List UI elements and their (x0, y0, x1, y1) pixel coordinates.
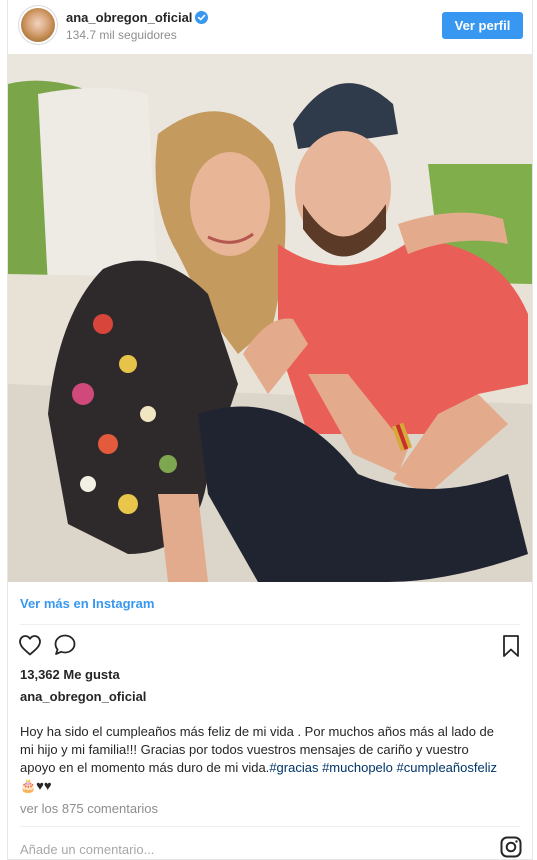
caption-line: Hoy ha sido el cumpleaños más feliz de m… (20, 724, 495, 739)
instagram-embed-card: ana_obregon_oficial 134.7 mil seguidores… (7, 0, 533, 860)
follower-count: 134.7 mil seguidores (66, 28, 177, 42)
username-link[interactable]: ana_obregon_oficial (66, 10, 192, 25)
post-photo[interactable] (8, 54, 532, 582)
divider (20, 826, 520, 827)
caption-line: apoyo en el momento más duro de mi vida.… (20, 759, 520, 777)
caption-line: 🎂♥♥ (20, 778, 52, 793)
bookmark-icon[interactable] (502, 634, 520, 658)
heart-icon[interactable] (18, 634, 42, 656)
post-header: ana_obregon_oficial 134.7 mil seguidores… (8, 0, 532, 54)
caption-line: mi hijo y mi familia!!! Gracias por todo… (20, 742, 469, 757)
like-count[interactable]: 13,362 Me gusta (20, 667, 120, 682)
caption-text: apoyo en el momento más duro de mi vida. (20, 760, 270, 775)
divider (20, 624, 520, 625)
verified-badge-icon (195, 11, 208, 24)
post-caption: Hoy ha sido el cumpleaños más feliz de m… (20, 723, 520, 795)
comment-bubble-icon[interactable] (53, 633, 77, 657)
post-photo-image (8, 54, 532, 582)
hashtag-link[interactable]: #cumpleañosfeliz (397, 760, 497, 775)
avatar[interactable] (21, 8, 55, 42)
view-comments-link[interactable]: ver los 875 comentarios (20, 801, 158, 816)
hashtag-link[interactable]: #gracias (269, 760, 318, 775)
caption-author[interactable]: ana_obregon_oficial (20, 689, 146, 704)
view-profile-button[interactable]: Ver perfil (442, 12, 523, 39)
view-more-on-instagram-link[interactable]: Ver más en Instagram (20, 596, 154, 611)
instagram-logo-icon[interactable] (500, 836, 522, 858)
hashtag-link[interactable]: #muchopelo (322, 760, 393, 775)
